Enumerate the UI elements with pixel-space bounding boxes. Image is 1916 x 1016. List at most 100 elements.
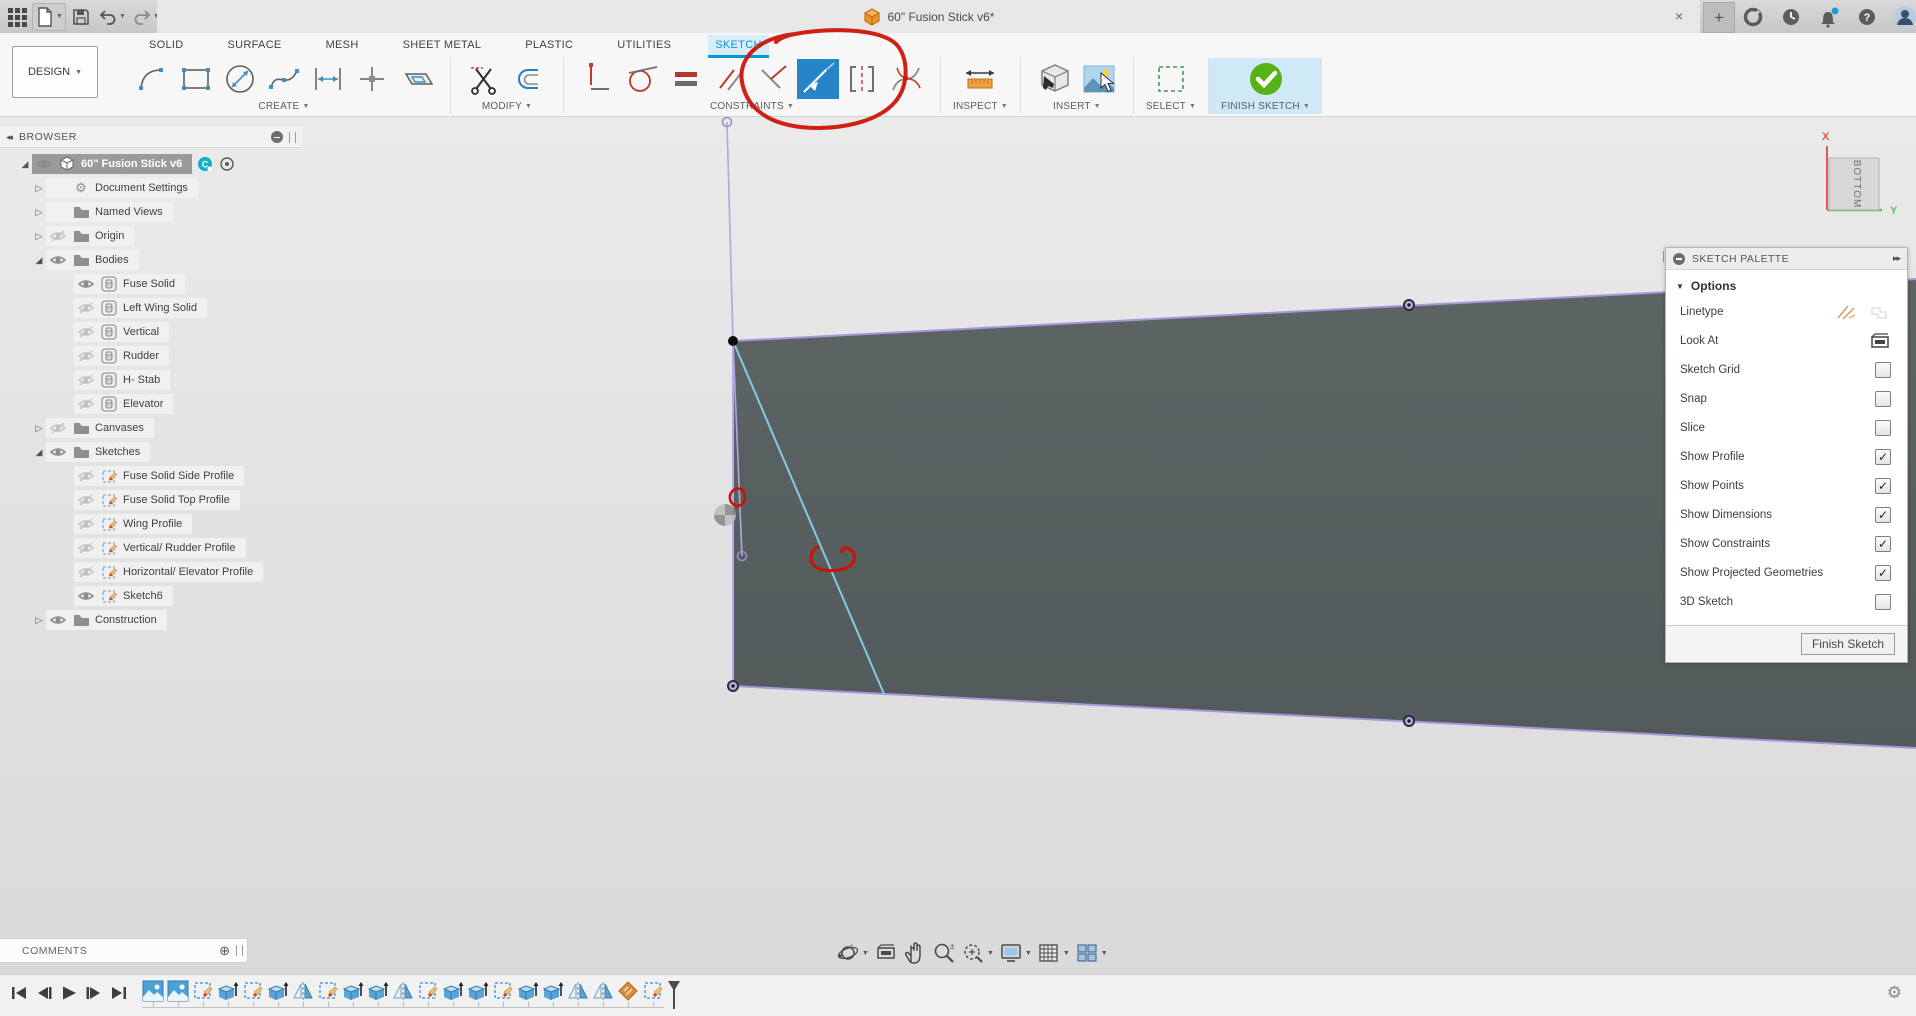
tangent-constraint-icon[interactable] bbox=[620, 58, 664, 100]
tab-sketch[interactable]: SKETCH bbox=[708, 35, 768, 58]
history-icon[interactable] bbox=[1778, 4, 1804, 30]
pan-icon[interactable] bbox=[903, 941, 927, 965]
sketch-feature-icon[interactable] bbox=[242, 980, 264, 1002]
hide-panel-icon[interactable] bbox=[271, 131, 283, 143]
visibility-eye-off-icon[interactable] bbox=[49, 420, 67, 436]
sketch-feature-icon[interactable] bbox=[317, 980, 339, 1002]
document-tab[interactable]: 60" Fusion Stick v6* × bbox=[157, 0, 1700, 33]
tree-item-rudder[interactable]: Rudder bbox=[74, 346, 169, 366]
mirror-feature-icon[interactable] bbox=[392, 980, 414, 1002]
tree-item-construction[interactable]: Construction bbox=[46, 610, 167, 630]
insert-canvas-icon[interactable] bbox=[1077, 58, 1121, 100]
collapse-panel-icon[interactable]: ◂◂ bbox=[6, 132, 11, 143]
checkbox-unchecked[interactable] bbox=[1875, 391, 1891, 407]
timeline-playhead[interactable] bbox=[666, 977, 682, 1011]
tree-item-named-views[interactable]: Named Views bbox=[46, 202, 173, 222]
tree-item-h-stab[interactable]: H- Stab bbox=[74, 370, 170, 390]
panel-grip[interactable] bbox=[289, 132, 296, 143]
root-document-item[interactable]: 60" Fusion Stick v6 bbox=[32, 154, 192, 174]
new-document-tab-button[interactable]: + bbox=[1703, 2, 1735, 33]
horizontal-vertical-constraint-icon[interactable] bbox=[576, 58, 620, 100]
group-label[interactable]: INSERT▼ bbox=[1053, 100, 1101, 113]
offset-tool-icon[interactable] bbox=[507, 58, 551, 100]
sketch-palette-header[interactable]: SKETCH PALETTE ▸▸ bbox=[1666, 248, 1907, 270]
visibility-eye-off-icon[interactable] bbox=[77, 324, 95, 340]
finish-sketch-check-icon[interactable] bbox=[1244, 58, 1288, 100]
trim-tool-icon[interactable] bbox=[463, 58, 507, 100]
visibility-eye-off-icon[interactable] bbox=[77, 348, 95, 364]
browser-root-row[interactable]: ◢60" Fusion Stick v6C bbox=[0, 152, 302, 176]
notifications-icon[interactable] bbox=[1816, 4, 1842, 30]
tree-expanded-icon[interactable]: ◢ bbox=[32, 255, 46, 266]
tree-item-vertical[interactable]: Vertical bbox=[74, 322, 169, 342]
extrude-feature-icon[interactable] bbox=[442, 980, 464, 1002]
visibility-eye-off-icon[interactable] bbox=[77, 300, 95, 316]
group-label[interactable]: MODIFY▼ bbox=[482, 100, 532, 113]
workspace-switcher-button[interactable]: DESIGN ▼ bbox=[12, 46, 98, 98]
extrude-feature-icon[interactable] bbox=[517, 980, 539, 1002]
tree-expanded-icon[interactable]: ◢ bbox=[18, 159, 32, 170]
symmetry-constraint-icon[interactable] bbox=[840, 58, 884, 100]
add-comment-icon[interactable]: ⊕ bbox=[219, 943, 230, 959]
visibility-eye-on-icon[interactable] bbox=[77, 588, 95, 604]
select-box-icon[interactable] bbox=[1149, 58, 1193, 100]
dimension-tool-icon[interactable] bbox=[306, 58, 350, 100]
parallel-constraint-icon[interactable] bbox=[708, 58, 752, 100]
tree-collapsed-icon[interactable]: ▷ bbox=[32, 423, 46, 434]
measure-icon[interactable] bbox=[958, 58, 1002, 100]
display-settings-icon[interactable]: ▼ bbox=[999, 942, 1032, 964]
arc-tool-icon[interactable] bbox=[130, 58, 174, 100]
save-button[interactable] bbox=[68, 4, 94, 30]
undo-button[interactable]: ▼ bbox=[96, 4, 128, 30]
group-label[interactable]: CONSTRAINTS▼ bbox=[710, 100, 794, 113]
visibility-eye-off-icon[interactable] bbox=[77, 516, 95, 532]
checkbox-unchecked[interactable] bbox=[1875, 594, 1891, 610]
visibility-eye-off-icon[interactable] bbox=[77, 372, 95, 388]
look-at-icon[interactable] bbox=[1869, 332, 1891, 350]
tree-item-sketches[interactable]: Sketches bbox=[46, 442, 150, 462]
tree-item-document-settings[interactable]: ⚙Document Settings bbox=[46, 178, 198, 198]
tree-expanded-icon[interactable]: ◢ bbox=[32, 447, 46, 458]
point-tool-icon[interactable] bbox=[350, 58, 394, 100]
checkbox-unchecked[interactable] bbox=[1875, 420, 1891, 436]
help-icon[interactable]: ? bbox=[1854, 4, 1880, 30]
viewports-icon[interactable]: ▼ bbox=[1075, 942, 1108, 964]
file-menu-button[interactable]: ▼ bbox=[32, 3, 66, 31]
timeline-settings-gear-icon[interactable]: ⚙ bbox=[1887, 983, 1902, 1003]
sketch-feature-icon[interactable] bbox=[642, 980, 664, 1002]
checkbox-checked[interactable]: ✓ bbox=[1875, 478, 1891, 494]
checkbox-checked[interactable]: ✓ bbox=[1875, 536, 1891, 552]
tab-plastic[interactable]: PLASTIC bbox=[518, 35, 580, 58]
group-label[interactable]: FINISH SKETCH▼ bbox=[1221, 100, 1310, 113]
tree-item-fuse-solid-top-profile[interactable]: Fuse Solid Top Profile bbox=[74, 490, 240, 510]
fixed-linetype-icon[interactable] bbox=[1867, 302, 1891, 322]
panel-grip[interactable] bbox=[236, 945, 243, 956]
visibility-eye-on-icon[interactable] bbox=[35, 156, 53, 172]
checkbox-checked[interactable]: ✓ bbox=[1875, 565, 1891, 581]
tree-item-sketch6[interactable]: Sketch6 bbox=[74, 586, 173, 606]
mirror-feature-icon[interactable] bbox=[292, 980, 314, 1002]
tree-item-canvases[interactable]: Canvases bbox=[46, 418, 154, 438]
fit-icon[interactable]: ▼ bbox=[961, 941, 994, 965]
comments-panel[interactable]: COMMENTS ⊕ bbox=[0, 938, 248, 963]
browser-header[interactable]: ◂◂ BROWSER bbox=[0, 127, 302, 148]
sketch-feature-icon[interactable] bbox=[492, 980, 514, 1002]
tree-item-fuse-solid[interactable]: Fuse Solid bbox=[74, 274, 185, 294]
group-label[interactable]: CREATE▼ bbox=[258, 100, 309, 113]
visibility-eye-off-icon[interactable] bbox=[77, 540, 95, 556]
visibility-eye-off-icon[interactable] bbox=[77, 492, 95, 508]
finish-sketch-button[interactable]: Finish Sketch bbox=[1801, 633, 1895, 655]
tab-solid[interactable]: SOLID bbox=[142, 35, 191, 58]
options-section-header[interactable]: ▼ Options bbox=[1666, 270, 1907, 297]
tree-collapsed-icon[interactable]: ▷ bbox=[32, 615, 46, 626]
project-tool-icon[interactable] bbox=[394, 58, 438, 100]
coincident-constraint-active-icon[interactable] bbox=[796, 58, 840, 100]
tab-surface[interactable]: SURFACE bbox=[221, 35, 289, 58]
visibility-eye-off-icon[interactable] bbox=[77, 564, 95, 580]
extrude-feature-icon[interactable] bbox=[342, 980, 364, 1002]
close-document-button[interactable]: × bbox=[1670, 7, 1688, 25]
group-label[interactable]: INSPECT▼ bbox=[953, 100, 1008, 113]
visibility-eye-off-icon[interactable] bbox=[49, 228, 67, 244]
visibility-eye-off-icon[interactable] bbox=[77, 468, 95, 484]
spline-tool-icon[interactable] bbox=[262, 58, 306, 100]
